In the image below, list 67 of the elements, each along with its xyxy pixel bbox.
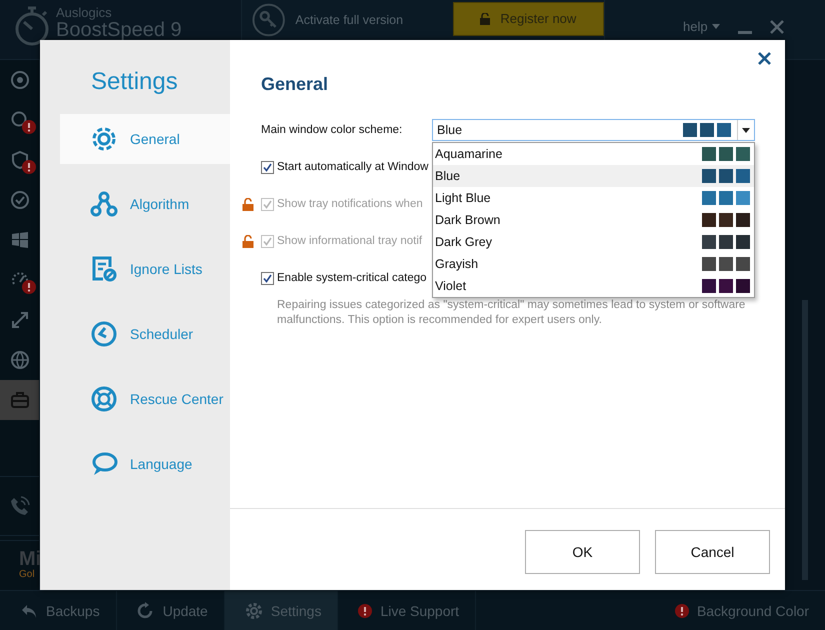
windows-icon (10, 230, 30, 250)
sidebar-item[interactable]: Rescue Center (60, 374, 230, 424)
minimize-icon (738, 31, 752, 34)
alert-icon (358, 604, 372, 618)
sidebar-item[interactable]: Ignore Lists (60, 244, 230, 294)
alert-icon (22, 280, 36, 294)
clock-icon (90, 320, 118, 348)
option-description: Repairing issues categorized as "system-critical" may sometimes lead to system or software malfunctions. This option is recommended for expert users only. (277, 298, 746, 328)
option-label: Enable system-critical catego (277, 271, 427, 286)
globe-icon (10, 350, 30, 370)
dropdown-option[interactable]: Dark Grey (433, 231, 754, 253)
refresh-icon (136, 602, 155, 620)
dropdown-option[interactable]: Dark Brown (433, 209, 754, 231)
option-label: Show informational tray notif (277, 234, 422, 249)
checkbox[interactable] (261, 161, 274, 174)
sidebar-item[interactable]: Language (60, 439, 230, 489)
register-button[interactable]: Register now (452, 2, 604, 36)
dropdown-option[interactable]: Aquamarine (433, 143, 754, 165)
sidebar-item[interactable]: General (60, 114, 230, 164)
key-icon (252, 2, 286, 36)
nav-button[interactable] (0, 380, 39, 420)
alert-icon (22, 120, 36, 134)
arrows-icon (10, 310, 30, 330)
option-label: Start automatically at Window (277, 160, 428, 175)
sidebar-item[interactable]: Algorithm (60, 179, 230, 229)
bottom-tab[interactable]: Live Support (338, 591, 476, 630)
close-button[interactable] (770, 20, 784, 34)
lifebuoy-icon (90, 385, 118, 413)
speech-bubble-icon (90, 450, 118, 478)
shield-icon (10, 150, 30, 170)
target-icon (10, 70, 30, 90)
checkbox[interactable] (261, 272, 274, 285)
brand-name: Auslogics (56, 6, 113, 19)
nodes-icon (90, 190, 118, 218)
alert-icon (22, 160, 36, 174)
dialog-button[interactable]: OK (525, 530, 640, 574)
promo-subtitle: Gol (19, 569, 36, 580)
help-menu[interactable]: help (683, 19, 720, 34)
product-name: BoostSpeed 9 (56, 20, 182, 40)
color-scheme-dropdown[interactable]: Blue (432, 119, 755, 141)
close-button[interactable] (758, 52, 771, 65)
option-label: Show tray notifications when (277, 197, 423, 212)
phone-icon[interactable] (10, 496, 30, 516)
stopwatch-icon (14, 6, 50, 46)
gear-icon (90, 125, 118, 153)
caret-icon (742, 128, 750, 132)
alert-icon (674, 604, 689, 618)
background-color-button[interactable]: Background Color (654, 591, 825, 630)
briefcase-icon (10, 390, 30, 410)
lock-icon (480, 12, 490, 24)
dialog-title: Settings (90, 67, 179, 97)
dropdown-option[interactable]: Light Blue (433, 187, 754, 209)
dialog-button[interactable]: Cancel (655, 530, 770, 574)
caret-icon (712, 24, 720, 29)
scrollbar[interactable] (802, 300, 808, 580)
section-heading: General (261, 74, 330, 96)
sidebar-item[interactable]: Scheduler (60, 309, 230, 359)
field-label: Main window color scheme: (261, 124, 404, 136)
dropdown-option[interactable]: Violet (433, 275, 754, 297)
bottom-tab[interactable]: Settings (224, 591, 338, 630)
bottom-tab[interactable]: Backups (0, 591, 117, 630)
gear-icon (244, 602, 263, 620)
dropdown-option[interactable]: Blue (433, 165, 754, 187)
activate-label[interactable]: Activate full version (295, 12, 443, 26)
list-block-icon (90, 255, 118, 283)
check-circle-icon (10, 190, 30, 210)
dropdown-option[interactable]: Grayish (433, 253, 754, 275)
